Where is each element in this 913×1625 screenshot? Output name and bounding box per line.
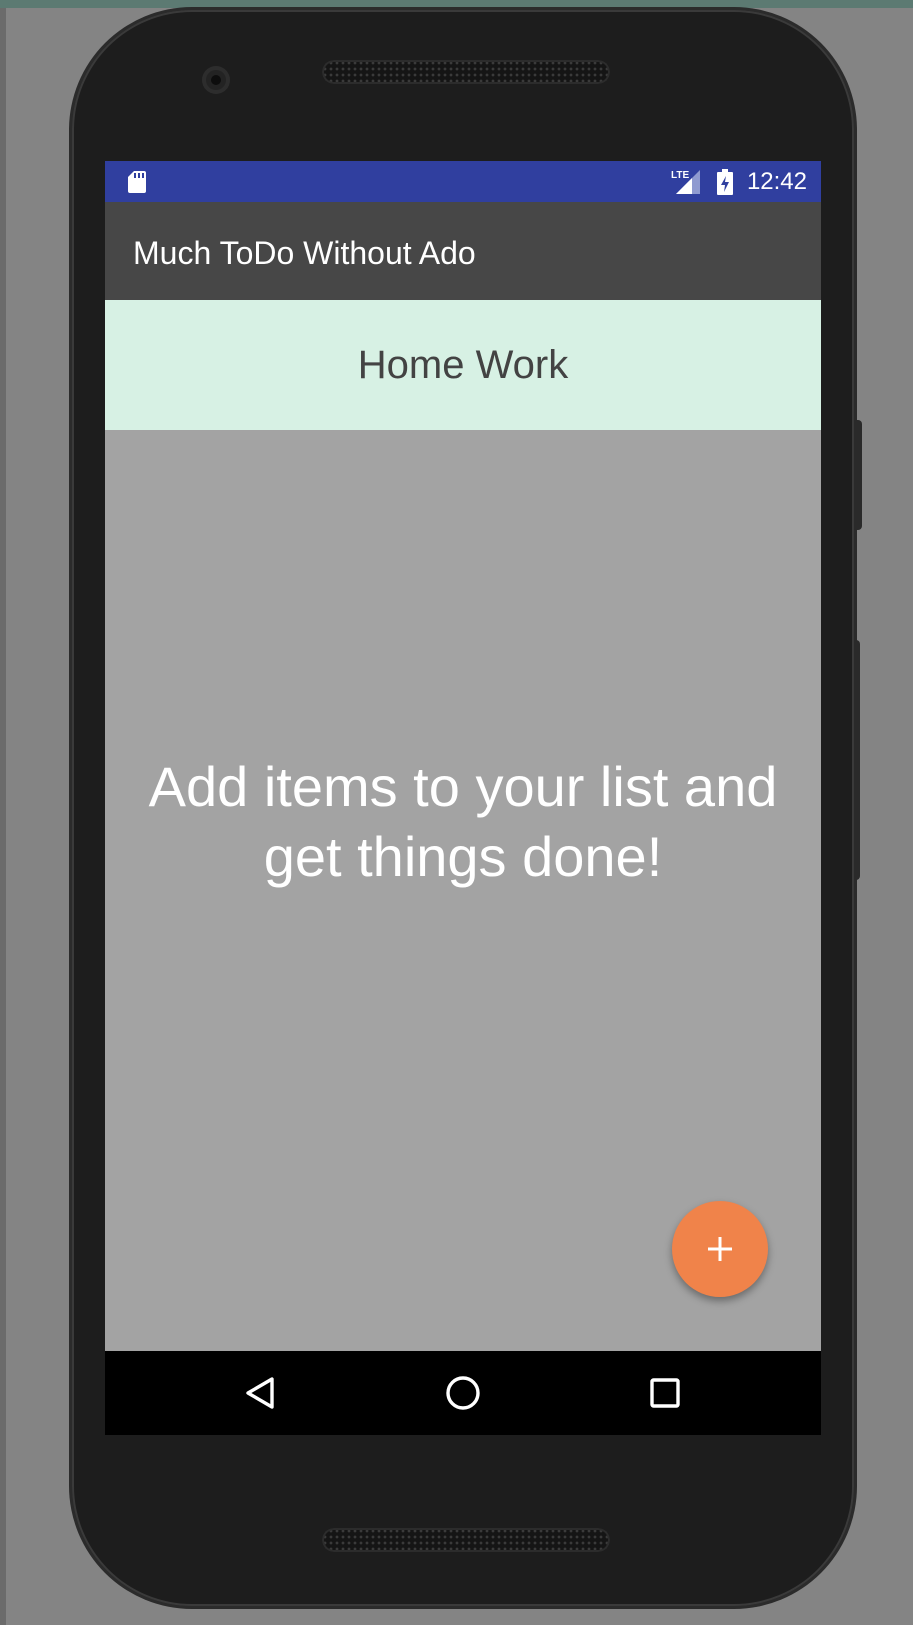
front-camera [202,66,230,94]
bottom-speaker-grille [322,1528,610,1552]
power-button[interactable] [854,420,862,530]
status-time: 12:42 [746,168,807,195]
back-triangle-icon [246,1377,274,1409]
back-button[interactable] [235,1367,287,1419]
window-top-strip [0,0,913,8]
recents-button[interactable] [639,1367,691,1419]
window-left-edge [0,8,6,1625]
app-title: Much ToDo Without Ado [133,235,476,271]
device-screen: LTE 12:42 Much ToDo Without Ado Home Wor… [105,161,821,1435]
home-circle-icon [446,1376,480,1410]
plus-icon [708,1237,732,1261]
home-button[interactable] [437,1367,489,1419]
empty-state-message: Add items to your list and get things do… [148,755,778,888]
top-speaker-grille [322,60,610,84]
network-label: LTE [671,170,689,181]
app-toolbar: Much ToDo Without Ado [105,202,821,300]
add-item-button[interactable] [672,1201,768,1297]
battery-charging-icon [717,169,733,195]
lte-signal-icon: LTE [671,170,700,194]
status-bar: LTE 12:42 [105,161,821,202]
list-name: Home Work [357,342,569,387]
volume-button[interactable] [854,640,860,880]
sd-card-icon [128,171,146,193]
recents-square-icon [650,1378,680,1408]
navigation-bar [105,1351,821,1435]
list-header[interactable]: Home Work [105,300,821,430]
